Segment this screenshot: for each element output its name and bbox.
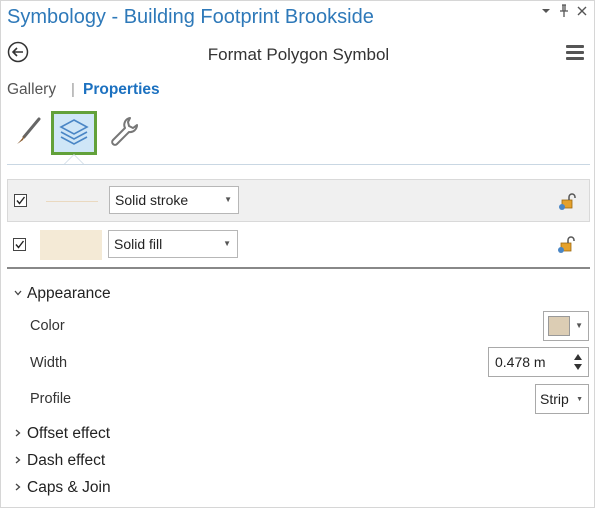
- symbol-layer-row-stroke[interactable]: Solid stroke ▼: [7, 179, 590, 222]
- layer-visibility-checkbox[interactable]: [14, 194, 27, 207]
- appearance-heading: Appearance: [27, 285, 111, 302]
- tab-properties[interactable]: Properties: [83, 81, 160, 99]
- color-swatch: [548, 316, 570, 336]
- stroke-swatch: [46, 201, 98, 202]
- dash-effect-section-header[interactable]: Dash effect: [13, 452, 105, 470]
- symbol-layer-row-fill[interactable]: Solid fill ▼: [7, 225, 590, 265]
- layer-visibility-checkbox[interactable]: [13, 238, 26, 251]
- layer-type-value: Solid stroke: [115, 192, 189, 208]
- tab-separator: |: [71, 81, 75, 98]
- dash-effect-label: Dash effect: [27, 452, 106, 469]
- lock-toggle-button[interactable]: [558, 191, 578, 211]
- chevron-down-icon: ▼: [223, 239, 231, 248]
- format-symbol-pane: Symbology - Building Footprint Brookside…: [0, 0, 595, 508]
- chevron-down-icon: ▼: [575, 321, 583, 330]
- symbol-tool-button[interactable]: [11, 113, 47, 149]
- wrench-icon: [111, 117, 139, 146]
- appearance-section-header[interactable]: Appearance: [13, 285, 111, 303]
- chevron-right-icon: [13, 428, 27, 441]
- chevron-down-icon: [13, 288, 27, 301]
- checkmark-icon: [16, 196, 26, 205]
- pane-options-dropdown[interactable]: [541, 4, 551, 21]
- layers-tool-button[interactable]: [51, 111, 97, 155]
- pin-button[interactable]: [558, 4, 570, 21]
- tab-gallery[interactable]: Gallery: [7, 81, 56, 99]
- unlocked-lock-icon: [558, 236, 575, 253]
- caps-join-section-header[interactable]: Caps & Join: [13, 479, 111, 497]
- width-value: 0.478 m: [495, 354, 546, 370]
- pin-icon: [560, 4, 568, 17]
- chevron-right-icon: [13, 455, 27, 468]
- layers-icon: [59, 119, 89, 145]
- pane-title: Symbology - Building Footprint Brookside: [7, 6, 374, 28]
- toolbar-divider: [7, 164, 590, 165]
- chevron-down-icon: ▼: [224, 195, 232, 204]
- offset-effect-label: Offset effect: [27, 425, 111, 442]
- close-button[interactable]: [576, 4, 588, 21]
- lock-toggle-button[interactable]: [557, 234, 577, 254]
- hamburger-menu-icon: [566, 45, 584, 48]
- tool-pointer: [65, 155, 83, 164]
- unlocked-lock-icon: [559, 193, 576, 210]
- structure-tool-button[interactable]: [105, 113, 141, 149]
- offset-effect-section-header[interactable]: Offset effect: [13, 425, 110, 443]
- chevron-down-icon: [542, 9, 550, 13]
- page-title: Format Polygon Symbol: [207, 45, 390, 64]
- color-label: Color: [30, 318, 65, 334]
- paintbrush-icon: [17, 117, 41, 144]
- profile-value: Strip: [540, 391, 569, 407]
- width-label: Width: [30, 355, 68, 371]
- width-spinner[interactable]: 0.478 m: [488, 347, 589, 377]
- color-picker-button[interactable]: ▼: [543, 311, 589, 341]
- close-icon: [577, 6, 587, 16]
- checkmark-icon: [15, 240, 25, 249]
- layers-divider: [7, 267, 590, 269]
- layer-type-select[interactable]: Solid fill ▼: [108, 230, 238, 258]
- chevron-down-icon: ▼: [576, 396, 583, 403]
- spin-down-icon[interactable]: [574, 364, 582, 370]
- profile-label: Profile: [30, 391, 72, 407]
- fill-swatch: [40, 230, 102, 260]
- layer-type-value: Solid fill: [114, 236, 163, 252]
- profile-select[interactable]: Strip ▼: [535, 384, 589, 414]
- layer-type-select[interactable]: Solid stroke ▼: [109, 186, 239, 214]
- caps-join-label: Caps & Join: [27, 479, 111, 496]
- menu-button[interactable]: [566, 45, 584, 61]
- chevron-right-icon: [13, 482, 27, 495]
- spin-up-icon[interactable]: [574, 354, 582, 360]
